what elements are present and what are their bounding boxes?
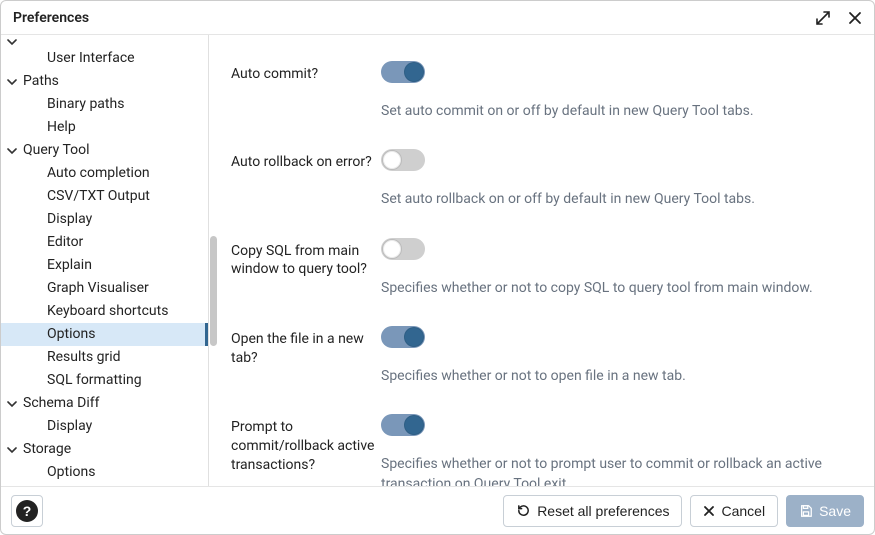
sidebar-item-schema-diff[interactable]: Schema Diff [1,392,208,415]
setting-description: Specifies whether or not to prompt user … [381,454,852,486]
sidebar-item-sql-formatting[interactable]: SQL formatting [1,369,208,392]
sidebar-item-label: Binary paths [47,93,124,116]
sidebar-item-label: Explain [47,254,92,277]
sidebar-item-label: User Interface [47,47,135,70]
sidebar-item-csv-txt-output[interactable]: CSV/TXT Output [1,185,208,208]
sidebar-item-results-grid[interactable]: Results grid [1,346,208,369]
cancel-label: Cancel [721,503,765,519]
close-icon[interactable] [846,9,864,27]
toggle[interactable] [381,149,425,171]
chevron-down-icon[interactable] [5,37,19,47]
toggle[interactable] [381,61,425,83]
chevron-down-icon[interactable] [5,146,19,156]
sidebar-item-label: Display [47,208,92,231]
chevron-down-icon[interactable] [5,445,19,455]
setting-label: Prompt to commit/rollback active transac… [231,414,381,486]
dialog-body: MiscellaneousUser InterfacePathsBinary p… [1,35,874,486]
sidebar-item-paths[interactable]: Paths [1,70,208,93]
sidebar-item-display[interactable]: Display [1,415,208,438]
setting-label: Auto commit? [231,61,381,121]
setting-label: Copy SQL from main window to query tool? [231,238,381,298]
sidebar-item-options[interactable]: Options [1,461,208,484]
setting-row: Copy SQL from main window to query tool?… [231,238,852,298]
sidebar-item-label: Help [47,116,76,139]
toggle[interactable] [381,238,425,260]
setting-row: Auto commit?Set auto commit on or off by… [231,61,852,121]
sidebar-item-keyboard-shortcuts[interactable]: Keyboard shortcuts [1,300,208,323]
save-icon [799,504,813,518]
sidebar-item-display[interactable]: Display [1,208,208,231]
setting-description: Specifies whether or not to open file in… [381,366,852,386]
sidebar-item-storage[interactable]: Storage [1,438,208,461]
sidebar-item-editor[interactable]: Editor [1,231,208,254]
settings-scroll[interactable]: Auto commit?Set auto commit on or off by… [209,35,874,486]
save-button[interactable]: Save [786,495,864,527]
toggle[interactable] [381,326,425,348]
sidebar-item-help[interactable]: Help [1,116,208,139]
sidebar-item-graph-visualiser[interactable]: Graph Visualiser [1,277,208,300]
sidebar-item-label: Editor [47,231,83,254]
setting-label: Open the file in a new tab? [231,326,381,386]
setting-description: Set auto rollback on or off by default i… [381,189,852,209]
setting-row: Open the file in a new tab?Specifies whe… [231,326,852,386]
footer: ? Reset all preferences Cancel Save [1,486,874,534]
sidebar-item-label: Query Tool [23,139,90,162]
sidebar-item-miscellaneous[interactable]: Miscellaneous [1,37,208,47]
titlebar: Preferences [1,1,874,35]
sidebar-item-label: SQL formatting [47,369,142,392]
sidebar-item-label: Graph Visualiser [47,277,149,300]
sidebar[interactable]: MiscellaneousUser InterfacePathsBinary p… [1,35,209,486]
sidebar-item-user-interface[interactable]: User Interface [1,47,208,70]
sidebar-item-query-tool[interactable]: Query Tool [1,139,208,162]
reset-label: Reset all preferences [537,503,669,519]
save-label: Save [819,503,851,519]
setting-row: Prompt to commit/rollback active transac… [231,414,852,486]
sidebar-item-label: Results grid [47,346,121,369]
sidebar-item-label: CSV/TXT Output [47,185,150,208]
sidebar-item-label: Keyboard shortcuts [47,300,168,323]
close-icon [703,505,715,517]
sidebar-item-auto-completion[interactable]: Auto completion [1,162,208,185]
sidebar-item-label: Schema Diff [23,392,99,415]
window-controls [814,9,864,27]
reset-button[interactable]: Reset all preferences [503,495,682,527]
sidebar-item-label: Options [47,323,95,346]
sidebar-item-label: Paths [23,70,59,93]
sidebar-item-label: Storage [23,438,71,461]
setting-label: Auto rollback on error? [231,149,381,209]
sidebar-item-label: Display [47,415,92,438]
sidebar-item-explain[interactable]: Explain [1,254,208,277]
sidebar-item-label: Options [47,461,95,484]
toggle[interactable] [381,414,425,436]
chevron-down-icon[interactable] [5,77,19,87]
help-button[interactable]: ? [11,495,43,527]
dialog-title: Preferences [13,10,89,26]
setting-row: Auto rollback on error?Set auto rollback… [231,149,852,209]
main-panel: Auto commit?Set auto commit on or off by… [209,35,874,486]
sidebar-item-label: Auto completion [47,162,150,185]
preferences-tree: MiscellaneousUser InterfacePathsBinary p… [1,37,208,484]
setting-description: Specifies whether or not to copy SQL to … [381,278,852,298]
expand-icon[interactable] [814,9,832,27]
help-icon: ? [16,500,38,522]
sidebar-item-binary-paths[interactable]: Binary paths [1,93,208,116]
scroll-indicator [209,35,217,486]
reset-icon [516,503,531,518]
sidebar-item-options[interactable]: Options [1,323,208,346]
chevron-down-icon[interactable] [5,399,19,409]
cancel-button[interactable]: Cancel [690,495,778,527]
preferences-dialog: Preferences MiscellaneousUser InterfaceP… [0,0,875,535]
setting-description: Set auto commit on or off by default in … [381,101,852,121]
